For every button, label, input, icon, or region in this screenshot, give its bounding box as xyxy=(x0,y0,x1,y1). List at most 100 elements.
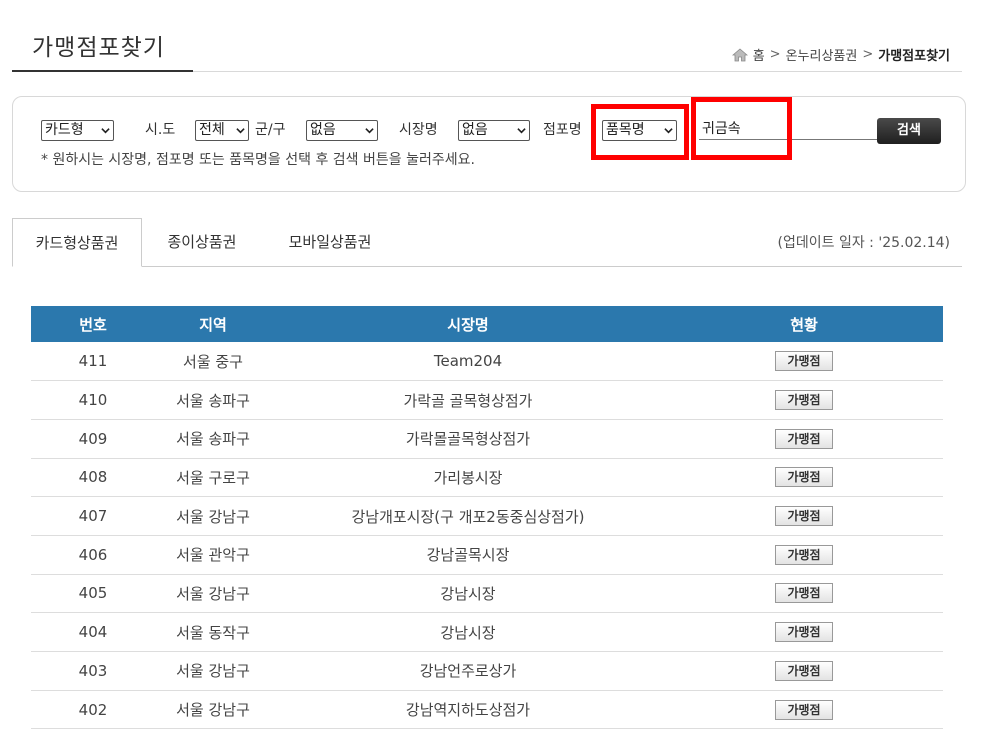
cell-number: 408 xyxy=(78,468,108,487)
tab-paper-voucher[interactable]: 종이상품권 xyxy=(152,218,252,266)
cell-number: 402 xyxy=(78,700,108,719)
cell-status: 가맹점 xyxy=(665,497,943,536)
search-button[interactable]: 검색 xyxy=(877,118,941,144)
cell-number: 405 xyxy=(78,584,108,603)
table-row: 411 서울 중구 Team204 가맹점 xyxy=(31,342,943,381)
home-icon[interactable] xyxy=(731,47,748,62)
market-table: 번호 지역 시장명 현황 411 서울 중구 Team204 가맹점 410 서울 송파… xyxy=(31,306,943,729)
table-row: 404 서울 동작구 강남시장 가맹점 xyxy=(31,613,943,652)
cell-region: 서울 관악구 xyxy=(176,546,250,565)
cell-status: 가맹점 xyxy=(665,613,943,652)
title-underline xyxy=(12,70,193,72)
chevron-down-icon xyxy=(101,128,110,134)
cell-region: 서울 송파구 xyxy=(176,391,250,410)
market-label: 시장명 xyxy=(399,122,438,138)
cell-region: 서울 구로구 xyxy=(176,468,250,487)
tab-mobile-voucher[interactable]: 모바일상품권 xyxy=(270,218,390,266)
cell-market: 강남역지하도상점가 xyxy=(405,701,531,720)
cell-number: 407 xyxy=(78,507,108,526)
cell-market: 가락몰골목형상점가 xyxy=(405,430,531,449)
market-select[interactable]: 없음 xyxy=(458,120,530,141)
cell-market: 강남시장 xyxy=(440,584,496,603)
store-list-button[interactable]: 가맹점 xyxy=(775,660,833,681)
column-header-region: 지역 xyxy=(199,315,227,334)
column-header-number: 번호 xyxy=(79,315,107,334)
cell-number: 406 xyxy=(78,545,108,564)
cell-market: 강남언주로상가 xyxy=(419,662,517,681)
search-hint: * 원하시는 시장명, 점포명 또는 품목명을 선택 후 검색 버튼을 눌러주세… xyxy=(41,152,475,168)
breadcrumb-home[interactable]: 홈 xyxy=(753,45,765,64)
cell-status: 가맹점 xyxy=(665,535,943,574)
chevron-down-icon xyxy=(365,128,374,134)
market-value: 없음 xyxy=(462,122,488,138)
store-list-button[interactable]: 가맹점 xyxy=(775,544,833,565)
store-label: 점포명 xyxy=(543,122,582,138)
table-row: 403 서울 강남구 강남언주로상가 가맹점 xyxy=(31,652,943,691)
store-list-button[interactable]: 가맹점 xyxy=(775,428,833,449)
cell-market: 가락골 골목형상점가 xyxy=(403,391,533,410)
gungu-label: 군/구 xyxy=(255,122,286,138)
cell-region: 서울 송파구 xyxy=(176,430,250,449)
sido-label: 시.도 xyxy=(145,122,176,138)
cell-status: 가맹점 xyxy=(665,574,943,613)
update-date: (업데이트 일자 : '25.02.14) xyxy=(777,235,950,251)
card-type-value: 카드형 xyxy=(45,122,84,138)
sido-value: 전체 xyxy=(199,122,225,138)
cell-region: 서울 동작구 xyxy=(176,623,250,642)
table-row: 410 서울 송파구 가락골 골목형상점가 가맹점 xyxy=(31,381,943,420)
store-list-button[interactable]: 가맹점 xyxy=(775,699,833,720)
cell-status: 가맹점 xyxy=(665,381,943,420)
column-header-status: 현황 xyxy=(790,315,818,334)
cell-market: 강남개포시장(구 개포2동중심상점가) xyxy=(351,507,585,526)
breadcrumb-parent[interactable]: 온누리상품권 xyxy=(786,45,858,64)
store-list-button[interactable]: 가맹점 xyxy=(775,390,833,411)
chevron-down-icon xyxy=(236,128,245,134)
cell-region: 서울 강남구 xyxy=(176,584,250,603)
table-header-row: 번호 지역 시장명 현황 xyxy=(31,306,943,342)
store-list-button[interactable]: 가맹점 xyxy=(775,351,833,372)
cell-status: 가맹점 xyxy=(665,690,943,729)
cell-number: 411 xyxy=(78,352,108,371)
card-type-select[interactable]: 카드형 xyxy=(41,120,114,141)
store-list-button[interactable]: 가맹점 xyxy=(775,583,833,604)
cell-number: 410 xyxy=(78,391,108,410)
cell-status: 가맹점 xyxy=(665,652,943,691)
highlight-box-keyword xyxy=(691,97,792,160)
chevron-down-icon xyxy=(517,128,526,134)
cell-status: 가맹점 xyxy=(665,342,943,381)
cell-region: 서울 강남구 xyxy=(176,662,250,681)
highlight-box-store-type xyxy=(591,104,689,160)
cell-region: 서울 중구 xyxy=(183,352,243,371)
breadcrumb-separator: > xyxy=(769,47,781,62)
store-list-button[interactable]: 가맹점 xyxy=(775,467,833,488)
sido-select[interactable]: 전체 xyxy=(195,120,249,141)
voucher-tabs: 카드형상품권 종이상품권 모바일상품권 (업데이트 일자 : '25.02.14… xyxy=(12,218,962,267)
page-title: 가맹점포찾기 xyxy=(32,35,165,61)
breadcrumb: 홈 > 온누리상품권 > 가맹점포찾기 xyxy=(731,45,950,64)
table-row: 408 서울 구로구 가리봉시장 가맹점 xyxy=(31,458,943,497)
cell-market: 가리봉시장 xyxy=(433,468,503,487)
breadcrumb-current: 가맹점포찾기 xyxy=(878,49,950,64)
gungu-select[interactable]: 없음 xyxy=(306,120,378,141)
table-row: 407 서울 강남구 강남개포시장(구 개포2동중심상점가) 가맹점 xyxy=(31,497,943,536)
page-header: 가맹점포찾기 홈 > 온누리상품권 > 가맹점포찾기 xyxy=(12,28,962,72)
tab-card-voucher[interactable]: 카드형상품권 xyxy=(12,218,142,267)
table-row: 409 서울 송파구 가락몰골목형상점가 가맹점 xyxy=(31,419,943,459)
breadcrumb-separator: > xyxy=(862,47,874,62)
table-row: 402 서울 강남구 강남역지하도상점가 가맹점 xyxy=(31,690,943,729)
table-row: 405 서울 강남구 강남시장 가맹점 xyxy=(31,574,943,613)
cell-market: 강남골목시장 xyxy=(426,546,510,565)
cell-number: 403 xyxy=(78,661,108,680)
column-header-market: 시장명 xyxy=(447,315,489,334)
cell-number: 404 xyxy=(78,623,108,642)
cell-status: 가맹점 xyxy=(665,419,943,458)
gungu-value: 없음 xyxy=(310,122,336,138)
store-list-button[interactable]: 가맹점 xyxy=(775,622,833,643)
cell-number: 409 xyxy=(78,429,108,448)
table-row: 406 서울 관악구 강남골목시장 가맹점 xyxy=(31,535,943,575)
cell-status: 가맹점 xyxy=(665,458,943,497)
search-panel: 카드형 시.도 전체 군/구 없음 시장명 없음 점포명 품목명 귀금속 검색 … xyxy=(12,96,966,192)
store-list-button[interactable]: 가맹점 xyxy=(775,506,833,527)
cell-market: 강남시장 xyxy=(440,623,496,642)
cell-region: 서울 강남구 xyxy=(176,701,250,720)
